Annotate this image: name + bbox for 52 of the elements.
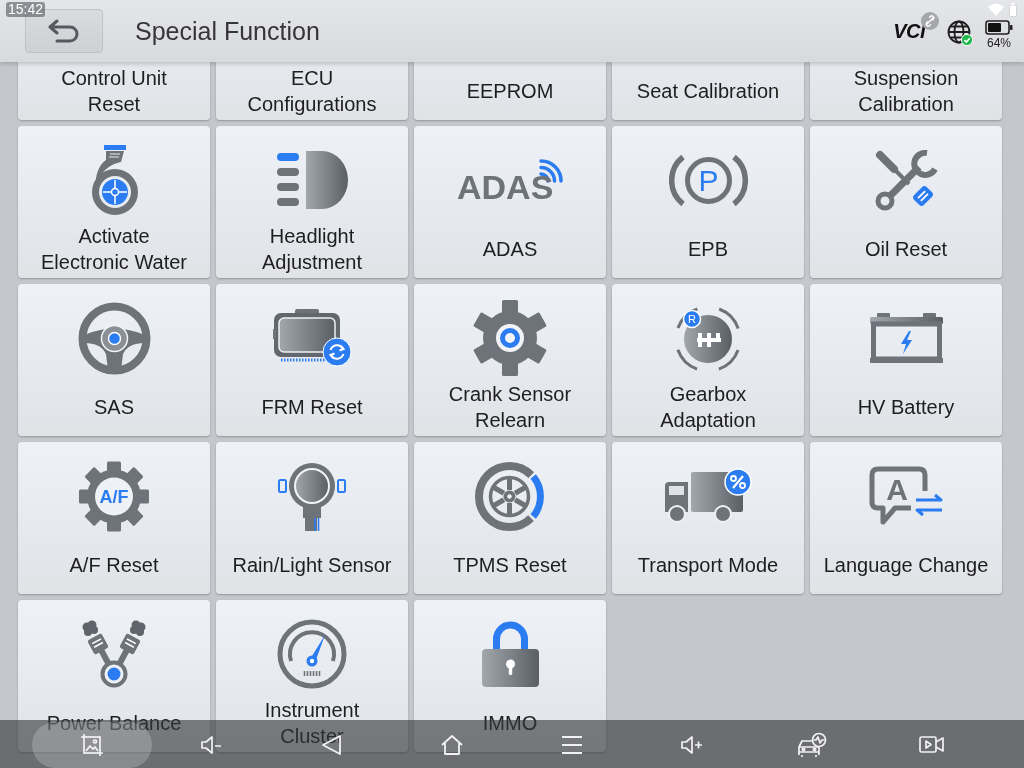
truck-icon bbox=[663, 468, 753, 524]
page-title: Special Function bbox=[135, 16, 320, 46]
function-tile[interactable]: Instrument Cluster bbox=[216, 600, 408, 752]
function-tile[interactable]: Suspension Calibration bbox=[810, 62, 1002, 120]
back-arrow-icon bbox=[47, 19, 81, 43]
wifi-icon bbox=[988, 3, 1004, 16]
function-tile[interactable]: Crank Sensor Relearn bbox=[414, 284, 606, 436]
function-tile[interactable]: HV Battery bbox=[810, 284, 1002, 436]
volume-down-icon bbox=[200, 733, 224, 757]
function-tile[interactable]: Control Unit Reset bbox=[18, 62, 210, 120]
wrench-screwdriver-icon bbox=[874, 149, 938, 211]
function-tile[interactable]: Rain/Light Sensor bbox=[216, 442, 408, 594]
control-module-icon bbox=[272, 309, 352, 367]
water-pump-icon bbox=[90, 145, 138, 215]
function-tile[interactable]: FRM Reset bbox=[216, 284, 408, 436]
steering-wheel-icon bbox=[77, 301, 151, 375]
tire-icon bbox=[475, 461, 545, 531]
icon-letter: P bbox=[698, 163, 718, 197]
clock-time: 15:42 bbox=[6, 2, 46, 17]
home-icon bbox=[440, 733, 464, 757]
function-tile[interactable]: Seat Calibration bbox=[612, 62, 804, 120]
icon-letters: A/F bbox=[99, 486, 129, 507]
battery-icon bbox=[1009, 3, 1017, 17]
headlight-icon bbox=[276, 151, 348, 209]
function-tile[interactable]: EEPROM bbox=[414, 62, 606, 120]
video-camera-icon bbox=[919, 734, 945, 756]
sensor-icon bbox=[278, 461, 346, 531]
function-tile[interactable]: Headlight Adjustment bbox=[216, 126, 408, 278]
image-icon bbox=[80, 733, 104, 757]
icon-letter: R bbox=[688, 313, 696, 325]
volume-up-icon bbox=[680, 733, 704, 757]
function-tile[interactable]: Oil Reset bbox=[810, 126, 1002, 278]
battery-percentage: 64% bbox=[987, 37, 1011, 50]
gear-icon bbox=[473, 300, 547, 376]
icon-letter: A bbox=[885, 473, 908, 506]
function-tile[interactable]: A Language Change bbox=[810, 442, 1002, 594]
function-tile[interactable]: Activate Electronic Water bbox=[18, 126, 210, 278]
function-tile[interactable]: P EPB bbox=[612, 126, 804, 278]
menu-icon bbox=[560, 733, 584, 757]
vci-logo: VCI bbox=[893, 21, 925, 41]
car-pulse-icon bbox=[797, 732, 827, 758]
function-tile[interactable]: ADAS ADAS bbox=[414, 126, 606, 278]
padlock-icon bbox=[481, 621, 539, 687]
function-tile[interactable]: ECU Configurations bbox=[216, 62, 408, 120]
globe-check-icon bbox=[947, 20, 973, 46]
gauge-icon bbox=[277, 619, 347, 689]
car-battery-icon bbox=[869, 313, 943, 363]
logo-lettering: ADAS bbox=[456, 168, 553, 201]
function-tile[interactable]: TPMS Reset bbox=[414, 442, 606, 594]
function-tile[interactable]: SAS bbox=[18, 284, 210, 436]
battery-icon bbox=[985, 20, 1013, 35]
function-tile[interactable]: Transport Mode bbox=[612, 442, 804, 594]
